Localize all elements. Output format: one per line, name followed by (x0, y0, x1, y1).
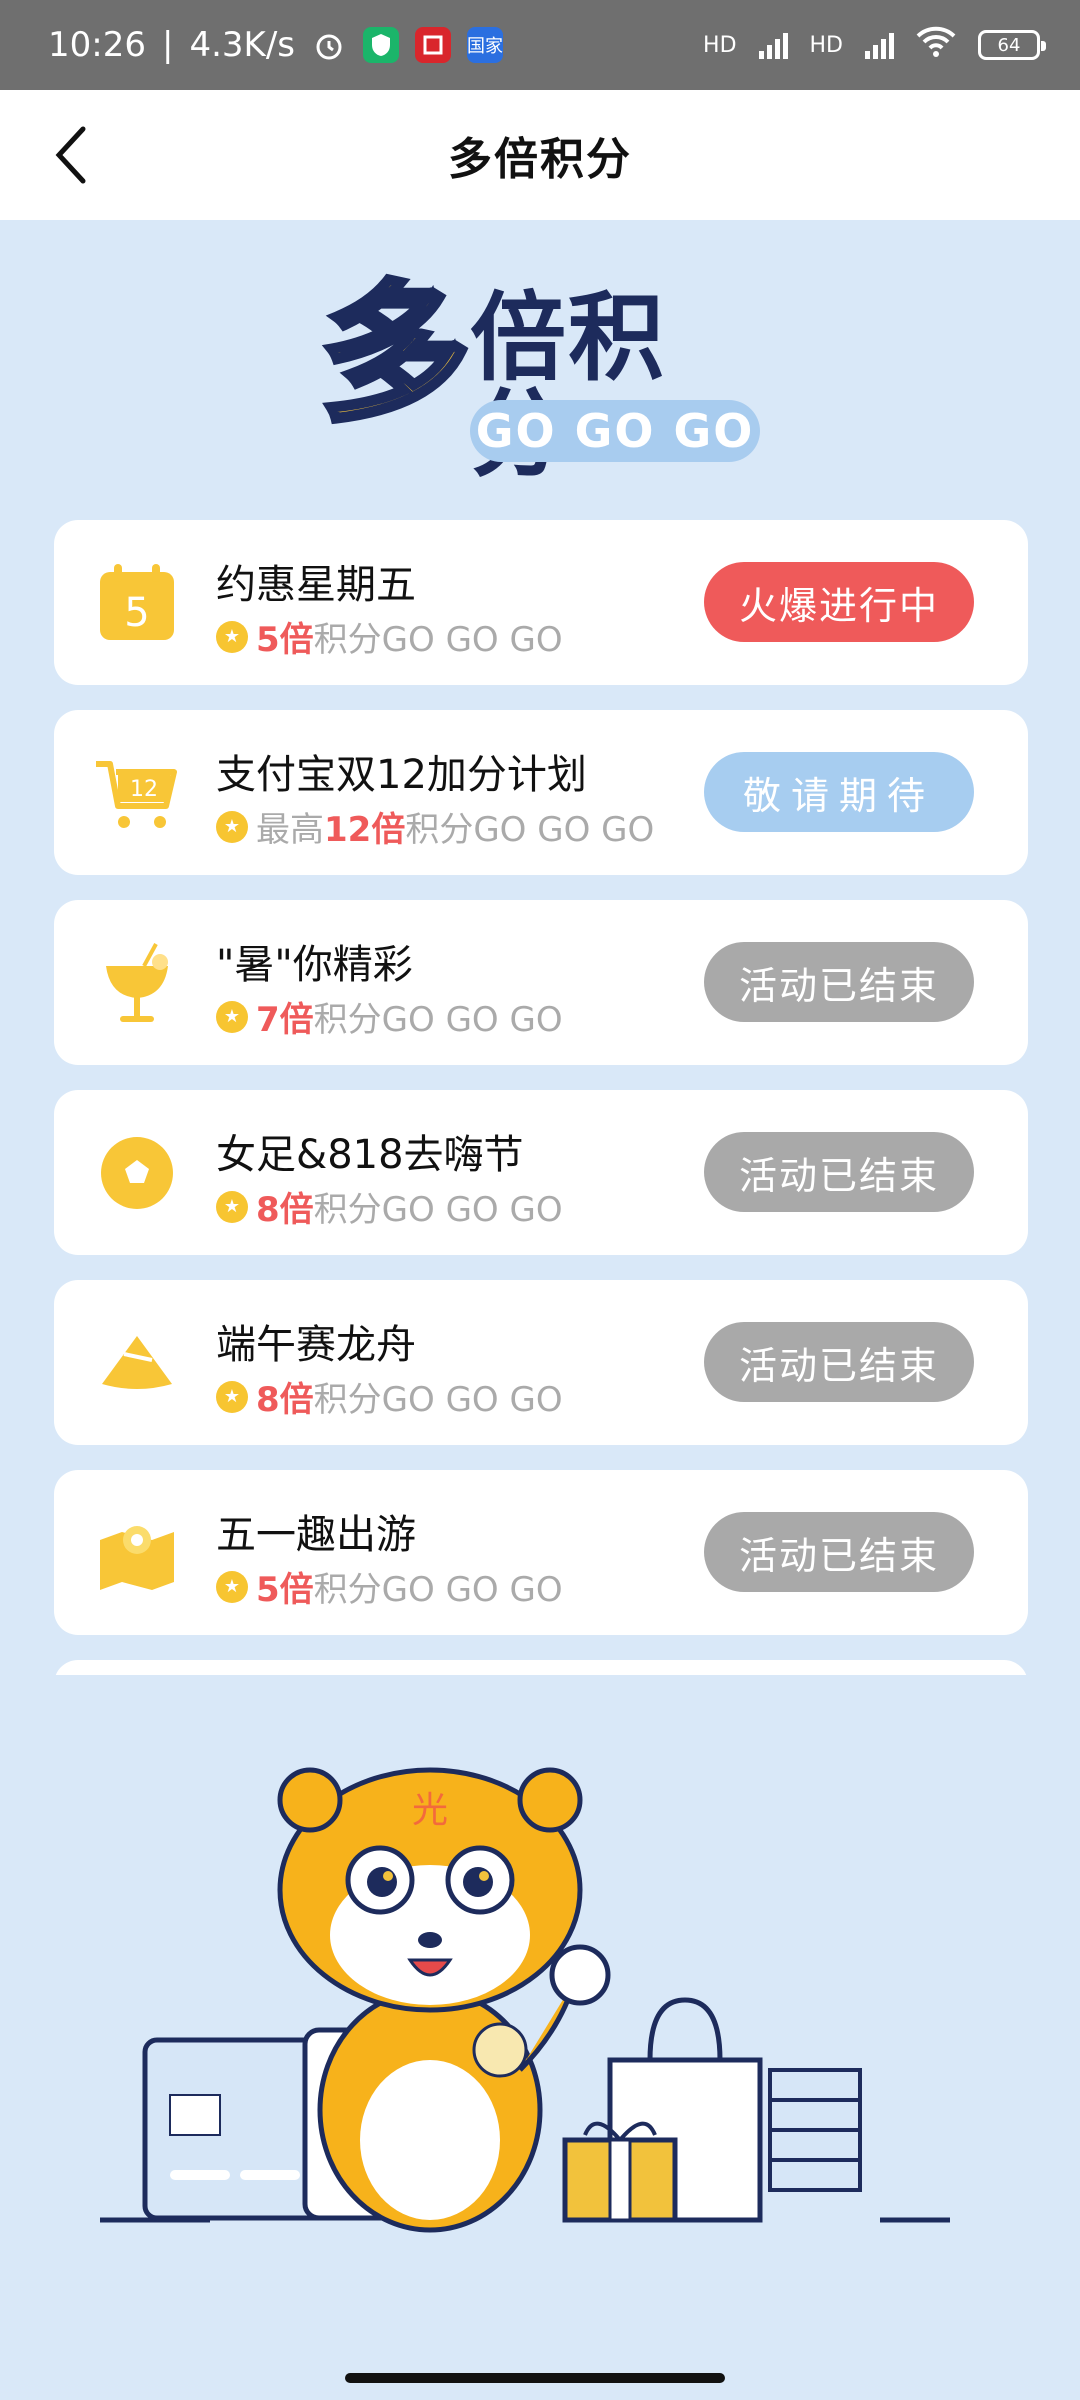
drink-icon (106, 943, 168, 1022)
activity-suffix: 积分GO GO GO (313, 1380, 563, 1420)
activity-card[interactable]: 5 约惠星期五 ★ 5倍 积分GO GO GO 火爆进行中 (54, 520, 1028, 685)
zongzi-icon (102, 1336, 172, 1389)
chevron-left-icon (55, 126, 86, 184)
alarm-icon (311, 27, 347, 63)
activity-multiplier: 5倍 (256, 620, 314, 660)
activity-prefix: 最高 (256, 810, 324, 850)
activity-suffix: 积分GO GO GO (313, 1000, 563, 1040)
signal-icon-1 (758, 31, 788, 59)
coin-icon: ★ (216, 1380, 248, 1413)
coin-icon: ★ (216, 1570, 248, 1603)
status-speed: 4.3K/s (189, 25, 295, 65)
status-button-ended[interactable]: 活动已结束 (704, 1512, 974, 1592)
activity-subtitle: ★ 8倍 积分GO GO GO (216, 1182, 563, 1231)
coin-icon: ★ (216, 810, 248, 843)
flower-badge-icon (472, 2022, 528, 2078)
wifi-icon (916, 26, 956, 64)
coin-icon: ★ (216, 1000, 248, 1033)
map-pin-icon (100, 1526, 174, 1590)
activity-card[interactable]: 五一趣出游 ★ 5倍 积分GO GO GO 活动已结束 (54, 1470, 1028, 1635)
battery-icon: 64 (978, 30, 1046, 60)
nav-bar: 多倍积分 (0, 90, 1080, 220)
network-type-1: HD (703, 32, 737, 58)
mascot-illustration: 光 (100, 1767, 950, 2233)
status-button-ended[interactable]: 活动已结束 (704, 1322, 974, 1402)
signal-icon-2 (865, 31, 894, 59)
status-right: HD HD 64 (703, 26, 1046, 64)
activity-multiplier: 8倍 (256, 1190, 314, 1230)
app-icon-blue: 国家 (467, 27, 503, 63)
status-divider: | (161, 25, 174, 65)
activity-card[interactable]: 女足&818去嗨节 ★ 8倍 积分GO GO GO 活动已结束 (54, 1090, 1028, 1255)
activity-multiplier: 5倍 (256, 1570, 314, 1610)
activity-list: 5 约惠星期五 ★ 5倍 积分GO GO GO 火爆进行中 12 支付宝双12加… (54, 520, 1028, 1675)
activity-card[interactable]: "暑"你精彩 ★ 7倍 积分GO GO GO 活动已结束 (54, 900, 1028, 1065)
shield-icon (363, 27, 399, 63)
hero-banner: 多 倍积分 GO GO GO (0, 220, 1080, 520)
activity-card[interactable]: 12 支付宝双12加分计划 ★ 最高 12倍 积分GO GO GO 敬请期待 (54, 710, 1028, 875)
activity-card-partial[interactable] (54, 1660, 1028, 1675)
app-icon-red (415, 27, 451, 63)
hero-big-char: 多 (317, 268, 473, 442)
activity-title: 五一趣出游 (216, 1512, 416, 1558)
calendar-icon-number: 5 (124, 590, 149, 636)
mascot-badge-char: 光 (412, 1790, 448, 1831)
activity-suffix: 积分GO GO GO (313, 1570, 563, 1610)
activity-title: 支付宝双12加分计划 (216, 752, 587, 798)
status-button-coming-soon[interactable]: 敬请期待 (704, 752, 974, 832)
hero-logo: 多 倍积分 GO GO GO (317, 268, 760, 482)
activity-title: 约惠星期五 (216, 562, 416, 608)
network-type-2: HD (809, 32, 843, 58)
page-title: 多倍积分 (448, 134, 632, 185)
activity-subtitle: ★ 5倍 积分GO GO GO (216, 1562, 563, 1611)
status-button-active[interactable]: 火爆进行中 (704, 562, 974, 642)
coin-icon: ★ (216, 620, 248, 653)
status-left: 10:26 | 4.3K/s 国家 (48, 25, 503, 65)
status-button-ended[interactable]: 活动已结束 (704, 1132, 974, 1212)
hero-go-badge: GO GO GO (470, 400, 760, 462)
status-time: 10:26 (48, 25, 146, 65)
activity-subtitle: ★ 8倍 积分GO GO GO (216, 1372, 563, 1421)
activity-suffix: 积分GO GO GO (313, 620, 563, 660)
home-indicator[interactable] (345, 2373, 725, 2383)
soccer-ball-icon (101, 1137, 173, 1209)
coin-icon: ★ (216, 1190, 248, 1223)
activity-subtitle: ★ 7倍 积分GO GO GO (216, 992, 563, 1041)
shopping-cart-icon: 12 (96, 761, 177, 828)
back-button[interactable] (36, 120, 106, 190)
activity-card[interactable]: 端午赛龙舟 ★ 8倍 积分GO GO GO 活动已结束 (54, 1280, 1028, 1445)
activity-suffix: 积分GO GO GO (313, 1190, 563, 1230)
calendar-icon: 5 (100, 564, 174, 640)
activity-title: "暑"你精彩 (216, 942, 413, 988)
status-bar: 10:26 | 4.3K/s 国家 HD HD 64 (0, 0, 1080, 90)
activity-multiplier: 7倍 (256, 1000, 314, 1040)
activity-multiplier: 8倍 (256, 1380, 314, 1420)
activity-subtitle: ★ 5倍 积分GO GO GO (216, 612, 563, 661)
activity-title: 端午赛龙舟 (216, 1322, 416, 1368)
books-stack-icon (768, 2068, 862, 2102)
cart-icon-number: 12 (130, 777, 158, 802)
activity-suffix: 积分GO GO GO (405, 810, 655, 850)
activity-multiplier: 12倍 (324, 810, 406, 850)
activity-title: 女足&818去嗨节 (216, 1132, 524, 1178)
activity-subtitle: ★ 最高 12倍 积分GO GO GO (216, 802, 654, 851)
status-button-ended[interactable]: 活动已结束 (704, 942, 974, 1022)
